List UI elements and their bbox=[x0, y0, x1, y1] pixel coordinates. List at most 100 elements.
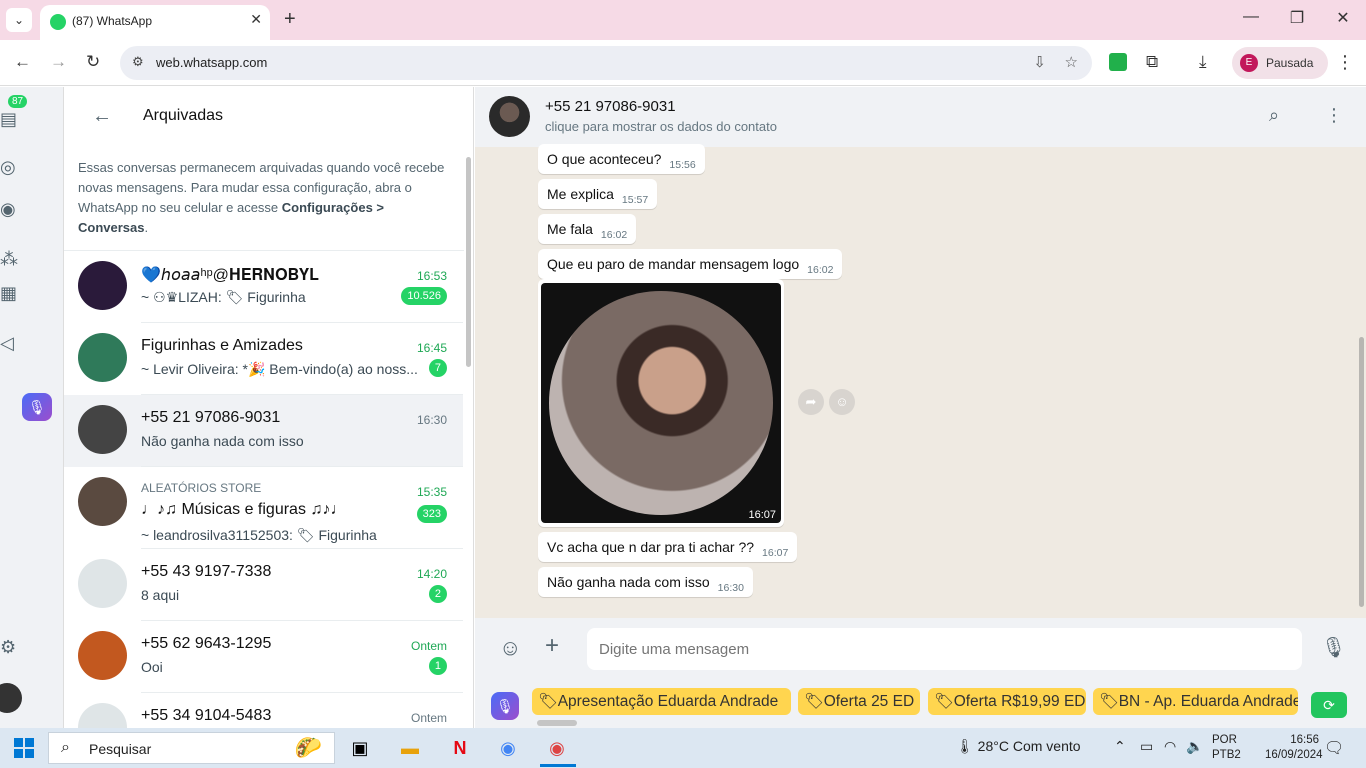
incoming-message[interactable]: Que eu paro de mandar mensagem logo 16:02 bbox=[538, 249, 843, 279]
extensions-puzzle-icon[interactable]: ⧉ bbox=[1146, 52, 1158, 72]
chevron-up-icon[interactable]: ⌃ bbox=[1114, 738, 1126, 755]
chat-preview: ~ ⚇♛LIZAH: 🏷 Figurinha bbox=[141, 289, 306, 305]
chat-list-item[interactable]: ALEATÓRIOS STORE ♩♪♫ Músicas e figuras ♫♪… bbox=[64, 467, 463, 549]
chat-list-item[interactable]: +55 43 9197-7338 8 aqui 14:20 2 bbox=[64, 549, 463, 621]
chat-list-item[interactable]: +55 62 9643-1295 Ooi Ontem 1 bbox=[64, 621, 463, 693]
quick-replies-scrollbar[interactable] bbox=[537, 720, 577, 726]
browser-menu-icon[interactable]: ⋮ bbox=[1336, 52, 1354, 73]
quick-reply-chip[interactable]: 🏷BN - Ap. Eduarda Andrade bbox=[1093, 688, 1298, 715]
weather-text: 28°C Com vento bbox=[977, 738, 1081, 754]
forward-arrow-icon[interactable]: → bbox=[50, 52, 67, 72]
chat-list-item[interactable]: +55 21 97086-9031 Não ganha nada com isso… bbox=[64, 395, 463, 467]
minimize-button[interactable]: — bbox=[1228, 8, 1274, 26]
taco-icon: 🌮 bbox=[294, 735, 322, 760]
profile-button[interactable]: E Pausada bbox=[1232, 47, 1328, 79]
conversation-header[interactable]: +55 21 97086-9031 clique para mostrar os… bbox=[475, 87, 1366, 147]
forward-icon[interactable]: ➦ bbox=[798, 389, 824, 415]
unread-badge: 323 bbox=[416, 505, 447, 523]
chat-list-item[interactable]: Figurinhas e Amizades ~ Levir Oliveira: *… bbox=[64, 323, 463, 395]
notifications-icon[interactable]: 🗨 bbox=[1324, 738, 1344, 758]
new-tab-button[interactable]: + bbox=[284, 8, 296, 31]
store-icon[interactable]: ▦ bbox=[0, 283, 17, 304]
megaphone-icon[interactable]: ◁ bbox=[0, 333, 14, 354]
incoming-message[interactable]: Me explica 15:57 bbox=[538, 179, 658, 209]
mic-icon[interactable]: 🎙 bbox=[1321, 635, 1346, 660]
chat-list-item[interactable]: 💙𝘩𝘰𝘢𝘢ʰᵖ@𝐇𝐄𝐑𝐍𝐎𝐁𝐘𝐋 ~ ⚇♛LIZAH: 🏷 Figurinha 16… bbox=[64, 251, 463, 323]
omnibox[interactable]: ⚙ web.whatsapp.com ⇩ ☆ bbox=[120, 46, 1092, 80]
chat-name: +55 34 9104-5483 bbox=[141, 707, 272, 724]
back-arrow-icon[interactable]: ← bbox=[14, 52, 31, 72]
reload-icon[interactable]: ↻ bbox=[86, 52, 100, 72]
clock[interactable]: 16:56 16/09/2024 bbox=[1265, 733, 1323, 763]
message-input[interactable] bbox=[587, 628, 1302, 670]
search-icon[interactable]: ⌕ bbox=[1269, 105, 1279, 126]
extension-c-icon[interactable] bbox=[1109, 53, 1127, 71]
status-icon[interactable]: ◎ bbox=[0, 157, 16, 178]
image-thumbnail[interactable] bbox=[541, 283, 781, 523]
file-explorer-icon[interactable]: ▬ bbox=[396, 734, 424, 762]
react-emoji-icon[interactable]: ☺ bbox=[829, 389, 855, 415]
task-view-icon[interactable]: ▣ bbox=[346, 734, 374, 762]
emoji-icon[interactable]: ☺ bbox=[499, 635, 521, 661]
language-indicator[interactable]: POR PTB2 bbox=[1212, 733, 1241, 763]
quick-reply-chip[interactable]: 🏷Apresentação Eduarda Andrade bbox=[532, 688, 791, 715]
windows-start-icon[interactable] bbox=[14, 738, 34, 758]
chat-preview: Não ganha nada com isso bbox=[141, 433, 304, 449]
contact-name[interactable]: +55 21 97086-9031 bbox=[545, 98, 676, 115]
chats-icon[interactable]: ▤ bbox=[0, 109, 17, 130]
message-time: 16:02 bbox=[600, 229, 628, 241]
user-avatar[interactable] bbox=[0, 683, 22, 713]
refresh-icon[interactable]: ⟳ bbox=[1311, 692, 1347, 718]
incoming-message[interactable]: Vc acha que n dar pra ti achar ?? 16:07 bbox=[538, 532, 798, 562]
chat-preview: 8 aqui bbox=[141, 587, 180, 603]
tab-list-button[interactable]: ⌄ bbox=[6, 8, 32, 32]
conversation-scrollbar[interactable] bbox=[1359, 337, 1364, 607]
chat-avatar bbox=[78, 405, 127, 454]
ai-mic-icon[interactable]: 🎙 bbox=[22, 393, 52, 421]
image-message[interactable]: 16:07 bbox=[538, 279, 784, 527]
incoming-message[interactable]: Não ganha nada com isso 16:30 bbox=[538, 567, 753, 597]
volume-icon[interactable]: 🔈 bbox=[1186, 738, 1203, 755]
sidebar-scrollbar[interactable] bbox=[466, 157, 471, 367]
url-text[interactable]: web.whatsapp.com bbox=[156, 55, 267, 70]
attach-plus-icon[interactable]: + bbox=[545, 632, 559, 660]
unread-badge: 1 bbox=[428, 657, 447, 675]
quick-reply-chip[interactable]: 🏷Oferta 25 ED bbox=[798, 688, 920, 715]
quick-reply-chip[interactable]: 🏷Oferta R$19,99 ED bbox=[928, 688, 1086, 715]
download-icon[interactable]: ⤓ bbox=[1199, 52, 1207, 72]
unread-badge: 2 bbox=[428, 585, 447, 603]
chrome-icon[interactable]: ◉ bbox=[494, 734, 522, 762]
window-close-button[interactable]: ✕ bbox=[1320, 8, 1366, 28]
settings-gear-icon[interactable]: ⚙ bbox=[0, 637, 16, 658]
archived-title: Arquivadas bbox=[143, 107, 224, 124]
bookmark-star-icon[interactable]: ☆ bbox=[1065, 53, 1078, 71]
tab-close-icon[interactable]: ✕ bbox=[250, 11, 262, 28]
weather-widget[interactable]: 🌡 28°C Com vento bbox=[956, 738, 1081, 755]
chrome-profile-icon[interactable]: ◉ bbox=[543, 734, 571, 762]
contact-subtitle[interactable]: clique para mostrar os dados do contato bbox=[545, 119, 777, 134]
tablet-icon[interactable]: ▭ bbox=[1140, 738, 1153, 755]
wa-nav-rail: 87 ▤ ◎ ◉ ⁂ ▦ ◁ 🎙 ⚙ bbox=[0, 87, 64, 728]
message-time: 16:07 bbox=[762, 547, 789, 559]
incoming-message[interactable]: Me fala 16:02 bbox=[538, 214, 637, 244]
wifi-icon[interactable]: ◠ bbox=[1164, 738, 1176, 755]
menu-dots-icon[interactable]: ⋮ bbox=[1325, 105, 1343, 126]
windows-taskbar: ⌕ Pesquisar 🌮 ▣ ▬ N ◉ ◉ 🌡 28°C Com vento… bbox=[0, 728, 1366, 768]
contact-avatar[interactable] bbox=[489, 96, 530, 137]
browser-tab[interactable]: (87) WhatsApp ✕ bbox=[40, 5, 270, 40]
netflix-icon[interactable]: N bbox=[446, 734, 474, 762]
install-app-icon[interactable]: ⇩ bbox=[1033, 53, 1046, 71]
unread-badge: 7 bbox=[428, 359, 447, 377]
chat-preview: ~ Levir Oliveira: *🎉 Bem-vindo(a) ao nos… bbox=[141, 361, 418, 377]
chat-list-item[interactable]: +55 34 9104-5483 Ontem bbox=[64, 693, 463, 728]
taskbar-search[interactable]: ⌕ Pesquisar 🌮 bbox=[48, 732, 335, 764]
incoming-message[interactable]: O que aconteceu? 15:56 bbox=[538, 144, 705, 174]
ai-mic-icon[interactable]: 🎙 bbox=[491, 692, 519, 720]
communities-icon[interactable]: ⁂ bbox=[0, 249, 18, 270]
channels-icon[interactable]: ◉ bbox=[0, 199, 16, 220]
restore-button[interactable]: ❐ bbox=[1274, 8, 1320, 28]
message-text: Não ganha nada com isso bbox=[547, 574, 710, 590]
back-arrow-icon[interactable]: ← bbox=[92, 105, 112, 128]
message-time: 16:30 bbox=[717, 582, 744, 594]
site-info-icon[interactable]: ⚙ bbox=[132, 54, 144, 70]
